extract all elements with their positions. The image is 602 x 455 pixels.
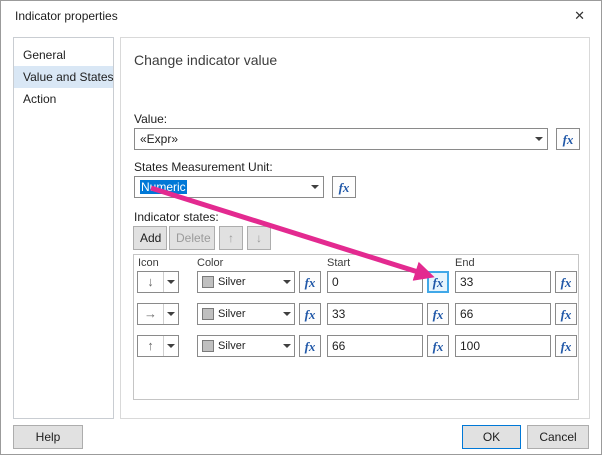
start-fx-expression-button[interactable]: fx [427,303,449,325]
move-up-button[interactable]: ↑ [219,226,243,250]
titlebar: Indicator properties ✕ [1,1,601,31]
value-fx-expression-button[interactable]: fx [556,128,580,150]
dialog-title: Indicator properties [15,9,118,23]
chevron-down-icon [163,272,178,292]
table-row: ↓ Silver fx fx fx [137,271,577,293]
help-button[interactable]: Help [13,425,83,449]
color-dropdown[interactable]: Silver [197,303,295,325]
sidebar-item-action[interactable]: Action [14,88,113,110]
up-arrow-icon: ↑ [147,338,154,353]
fx-icon: fx [304,338,316,354]
color-fx-expression-button[interactable]: fx [299,335,321,357]
color-dropdown[interactable]: Silver [197,271,295,293]
end-fx-expression-button[interactable]: fx [555,335,577,357]
table-row: → Silver fx fx fx [137,303,577,325]
color-fx-expression-button[interactable]: fx [299,303,321,325]
fx-icon: fx [432,306,444,322]
sidebar-item-general[interactable]: General [14,44,113,66]
sidebar: General Value and States Action [13,37,114,419]
right-arrow-icon: → [144,306,157,321]
fx-icon: fx [432,274,444,290]
chevron-down-icon [530,129,547,149]
start-fx-expression-button[interactable]: fx [427,271,449,293]
fx-icon: fx [338,179,350,195]
indicator-properties-dialog: Indicator properties ✕ General Value and… [0,0,602,455]
fx-icon: fx [304,306,316,322]
cancel-button[interactable]: Cancel [527,425,589,449]
indicator-states-table: Icon Color Start End ↓ Silver fx fx [133,254,579,400]
chevron-down-icon [163,336,178,356]
unit-dropdown[interactable]: Numeric [134,176,324,198]
value-dropdown-text: «Expr» [140,132,179,146]
chevron-down-icon [279,336,294,356]
color-value: Silver [218,276,246,288]
unit-fx-expression-button[interactable]: fx [332,176,356,198]
start-value-input[interactable] [327,303,423,325]
column-header-start: Start [327,257,351,269]
column-header-color: Color [197,257,224,269]
color-value: Silver [218,340,246,352]
add-state-button[interactable]: Add [133,226,167,250]
table-column-headers: Icon Color Start End [138,257,576,269]
value-dropdown[interactable]: «Expr» [134,128,548,150]
end-fx-expression-button[interactable]: fx [555,271,577,293]
page-title: Change indicator value [134,52,278,68]
end-value-input[interactable] [455,335,551,357]
chevron-down-icon [279,304,294,324]
column-header-end: End [455,257,475,269]
unit-selected-text: Numeric [140,180,187,194]
color-swatch [202,308,214,320]
unit-dropdown-text: Numeric [140,180,305,194]
unit-label: States Measurement Unit: [134,160,273,174]
fx-icon: fx [560,306,572,322]
chevron-down-icon [279,272,294,292]
column-header-icon: Icon [138,257,159,269]
main-panel: Change indicator value Value: «Expr» fx … [120,37,590,419]
end-fx-expression-button[interactable]: fx [555,303,577,325]
down-arrow-icon: ↓ [147,274,154,289]
close-icon[interactable]: ✕ [574,8,585,24]
color-swatch [202,340,214,352]
end-value-input[interactable] [455,271,551,293]
up-arrow-icon: ↑ [228,231,234,245]
delete-state-button[interactable]: Delete [169,226,215,250]
color-fx-expression-button[interactable]: fx [299,271,321,293]
fx-icon: fx [562,131,574,147]
ok-button[interactable]: OK [462,425,521,449]
indicator-states-label: Indicator states: [134,210,219,224]
fx-icon: fx [560,274,572,290]
sidebar-item-value-and-states[interactable]: Value and States [14,66,114,88]
down-arrow-icon: ↓ [256,231,262,245]
start-fx-expression-button[interactable]: fx [427,335,449,357]
fx-icon: fx [432,338,444,354]
start-value-input[interactable] [327,271,423,293]
icon-dropdown[interactable]: ↑ [137,335,179,357]
start-value-input[interactable] [327,335,423,357]
color-value: Silver [218,308,246,320]
value-label: Value: [134,112,168,126]
color-swatch [202,276,214,288]
table-row: ↑ Silver fx fx fx [137,335,577,357]
color-dropdown[interactable]: Silver [197,335,295,357]
fx-icon: fx [560,338,572,354]
chevron-down-icon [163,304,178,324]
move-down-button[interactable]: ↓ [247,226,271,250]
end-value-input[interactable] [455,303,551,325]
fx-icon: fx [304,274,316,290]
icon-dropdown[interactable]: ↓ [137,271,179,293]
chevron-down-icon [306,177,323,197]
icon-dropdown[interactable]: → [137,303,179,325]
